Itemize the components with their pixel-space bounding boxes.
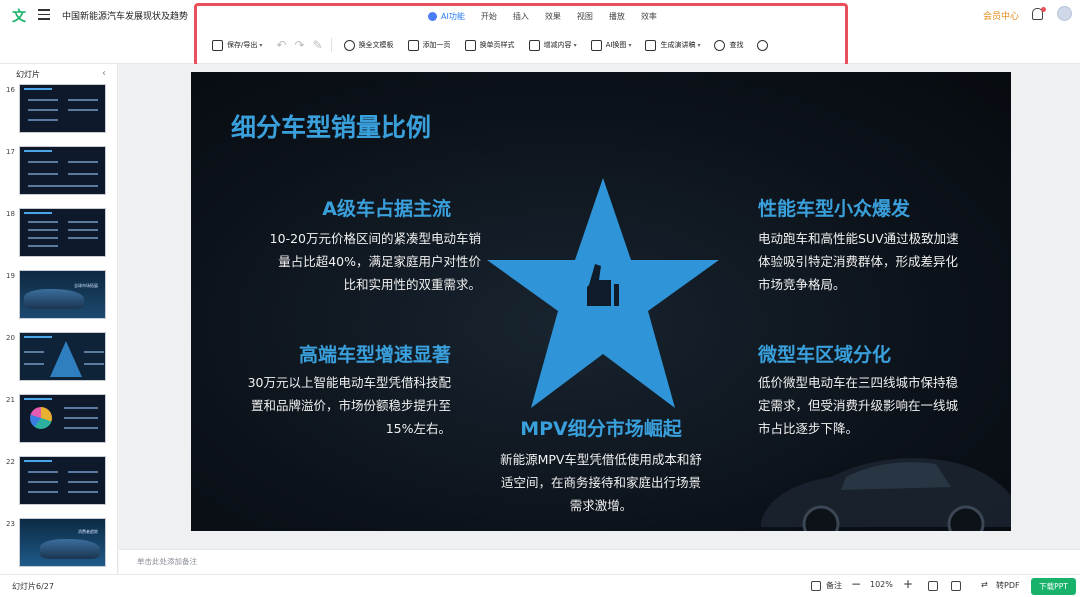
slide-thumbnail-19[interactable]: 19 全球市场拓展 [0,270,118,322]
slide-thumbnail-18[interactable]: 18 [0,208,118,260]
slide-thumbnail-22[interactable]: 22 [0,456,118,508]
notes-toggle[interactable]: 备注 [826,580,842,591]
notes-icon[interactable] [811,581,821,591]
slide-sidebar: 幻灯片 ‹ 16 17 18 19 全球市场拓展 20 21 22 23 消费者… [0,64,118,574]
performance-body[interactable]: 电动跑车和高性能SUV通过极致加速 体验吸引特定消费群体，形成差异化 市场竞争格… [758,227,998,296]
notes-placeholder[interactable]: 单击此处添加备注 [137,556,197,567]
star-graphic [487,178,719,408]
notification-badge [1041,7,1046,12]
mpv-body[interactable]: 新能源MPV车型凭借低使用成本和舒 适空间，在商务接待和家庭出行场景 需求激增。 [481,448,721,517]
high-end-body[interactable]: 30万元以上智能电动车型凭借科技配 置和品牌溢价，市场份额稳步提升至 15%左右… [211,371,451,440]
fullscreen-icon[interactable] [951,581,961,591]
micro-title[interactable]: 微型车区域分化 [758,340,978,367]
a-class-body[interactable]: 10-20万元价格区间的紧凑型电动车销 量占比超40%，满足家庭用户对性价 比和… [211,227,481,296]
slide-thumbnail-16[interactable]: 16 [0,84,118,136]
fit-screen-icon[interactable] [928,581,938,591]
a-class-title[interactable]: A级车占据主流 [251,194,451,221]
zoom-level[interactable]: 102% [870,580,893,589]
app-logo[interactable]: 文 [12,6,28,25]
zoom-out-button[interactable]: − [851,577,861,591]
performance-title[interactable]: 性能车型小众爆发 [758,194,978,221]
chevron-left-icon[interactable]: ‹ [102,68,106,79]
avatar[interactable] [1057,6,1072,21]
member-center-link[interactable]: 会员中心 [983,9,1019,22]
menu-icon[interactable] [38,9,50,20]
high-end-title[interactable]: 高端车型增速显著 [231,340,451,367]
slide-title[interactable]: 细分车型销量比例 [231,108,431,144]
current-slide[interactable]: 细分车型销量比例 A级车占据主流 10-20万元价格区间的紧凑型电动车销 量占比… [191,72,1011,531]
sidebar-title: 幻灯片 [16,70,40,79]
micro-body[interactable]: 低价微型电动车在三四线城市保持稳 定需求，但受消费升级影响在一线城 市占比逐步下… [758,371,998,440]
slide-counter: 幻灯片6/27 [12,582,54,591]
document-title[interactable]: 中国新能源汽车发展现状及趋势 [62,9,188,22]
slide-thumbnail-17[interactable]: 17 [0,146,118,198]
slide-thumbnail-21[interactable]: 21 [0,394,118,446]
notes-area[interactable]: 单击此处添加备注 [119,549,1080,574]
download-ppt-button[interactable]: 下载PPT [1031,578,1076,595]
highlight-box [194,3,848,67]
convert-icon: ⇄ [981,580,988,589]
mpv-title[interactable]: MPV细分市场崛起 [481,414,721,441]
slide-thumbnail-23[interactable]: 23 消费者趋势 [0,518,118,570]
status-bar: 幻灯片6/27 备注 − 102% + ⇄ 转PDF 下载PPT [0,574,1080,597]
slide-thumbnail-20[interactable]: 20 [0,332,118,384]
to-pdf-button[interactable]: 转PDF [996,580,1020,591]
zoom-in-button[interactable]: + [903,577,913,591]
car-image [761,458,1011,531]
